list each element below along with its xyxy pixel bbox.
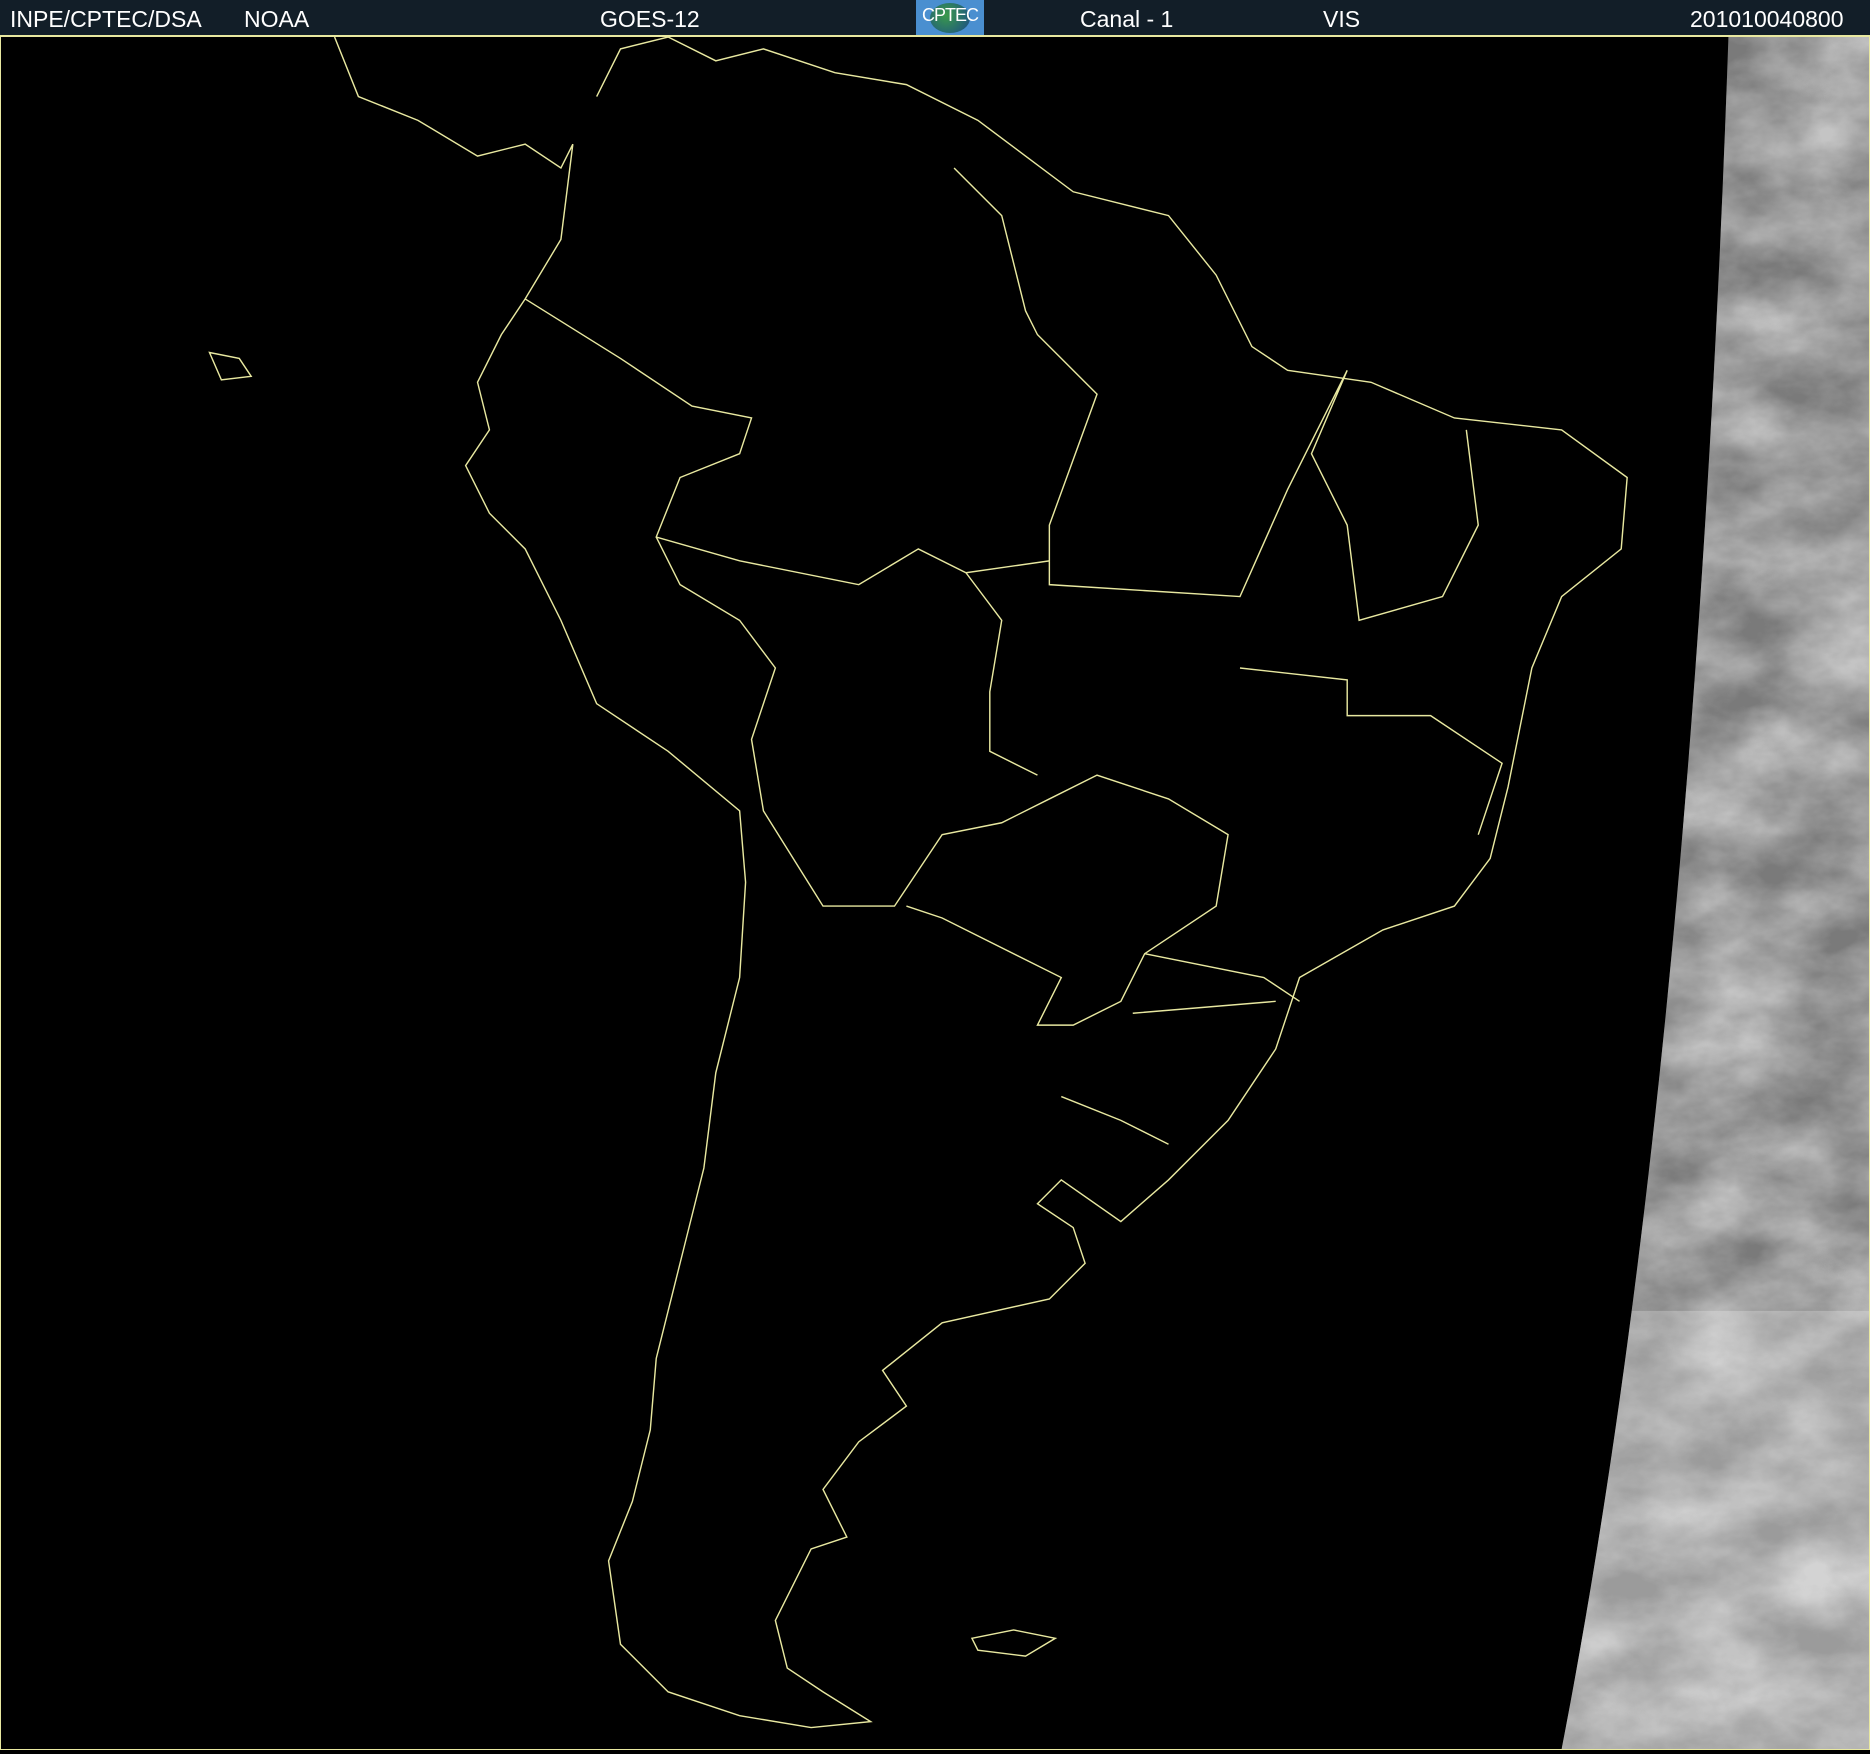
header-bar: INPE/CPTEC/DSA NOAA GOES-12 CPTEC Canal … xyxy=(0,0,1870,36)
falkland-islands xyxy=(970,1629,1058,1657)
coastline-and-borders xyxy=(208,36,1628,1729)
galapagos-islands xyxy=(208,351,253,381)
country-borders xyxy=(524,167,1503,1145)
agency-label: NOAA xyxy=(244,6,310,32)
channel-label: Canal - 1 xyxy=(1080,6,1174,32)
cloud-imagery xyxy=(1561,37,1869,1749)
satellite-image xyxy=(0,36,1870,1750)
logo-text: CPTEC xyxy=(921,5,979,25)
organization-label: INPE/CPTEC/DSA xyxy=(10,6,202,32)
map-canvas xyxy=(208,36,1869,1749)
band-label: VIS xyxy=(1323,6,1361,32)
south-america-coastline xyxy=(333,36,1628,1729)
timestamp-label: 201010040800 xyxy=(1690,6,1844,32)
cptec-logo: CPTEC xyxy=(916,0,984,35)
satellite-label: GOES-12 xyxy=(600,6,700,32)
